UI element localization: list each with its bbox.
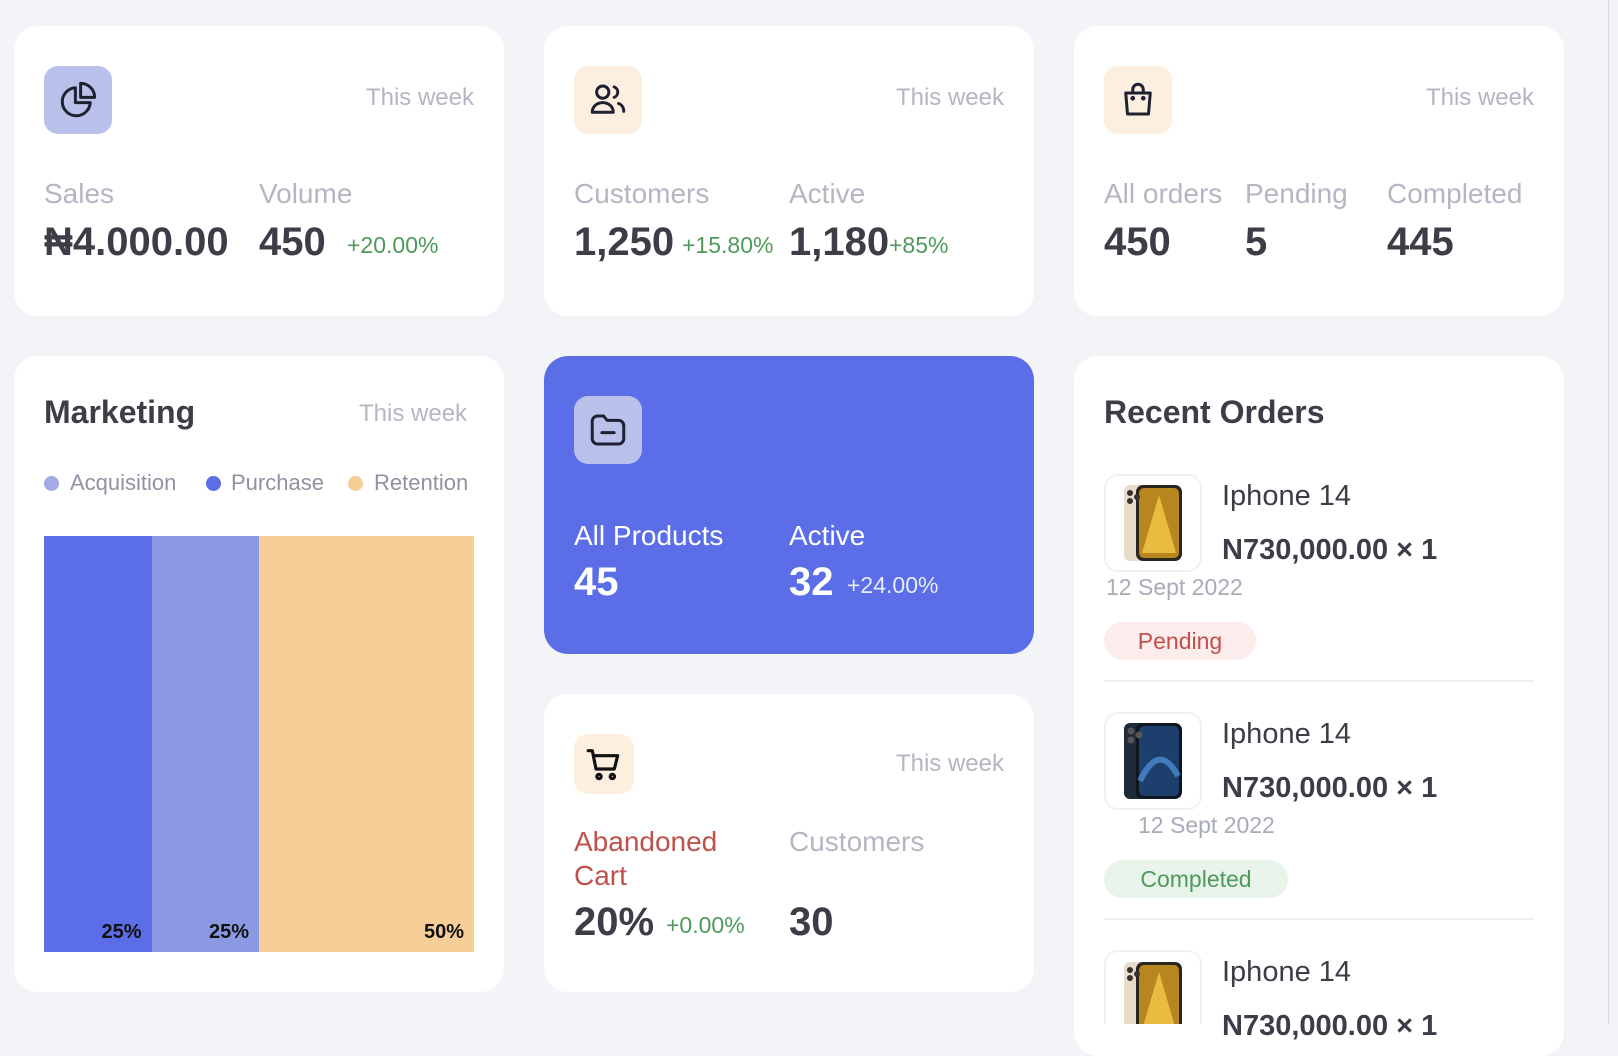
chart-bar-label: 25% [208, 921, 249, 943]
chart-bar-label: 50% [423, 921, 464, 943]
order-product-name: Iphone 14 [1222, 480, 1352, 512]
volume-label: Volume [259, 178, 353, 209]
chart-bar-label: 25% [101, 921, 142, 943]
active-delta: +85% [889, 232, 949, 258]
volume-value: 450 [259, 220, 326, 264]
legend-purchase: Purchase [231, 470, 324, 495]
active-products-label: Active [789, 520, 866, 551]
customers-label: Customers [574, 178, 710, 209]
status-badge-pending: Pending [1104, 622, 1256, 660]
pie-chart-icon [44, 66, 112, 134]
shopping-bag-icon [1104, 66, 1172, 134]
order-product-name: Iphone 14 [1222, 956, 1352, 988]
sales-label: Sales [44, 178, 115, 209]
product-thumbnail[interactable] [1104, 474, 1202, 572]
abandoned-cart-label-line2: Cart [574, 860, 627, 891]
period-label: This week [1425, 84, 1534, 111]
divider [1104, 680, 1534, 682]
shopping-cart-icon [574, 734, 634, 794]
period-label: This week [365, 84, 474, 111]
marketing-title: Marketing [44, 394, 196, 430]
cart-card: This week Abandoned Cart 20% +0.00% Cust… [544, 694, 1034, 992]
period-label: This week [359, 400, 468, 427]
active-products-value: 32 [789, 560, 834, 604]
completed-label: Completed [1387, 178, 1523, 209]
order-price: N730,000.00 × 1 [1222, 1010, 1438, 1042]
phone-gold-icon [1124, 485, 1182, 561]
legend-dot-retention [348, 476, 363, 491]
order-date: 12 Sept 2022 [1138, 812, 1275, 838]
order-price: N730,000.00 × 1 [1222, 772, 1438, 804]
legend-retention: Retention [374, 470, 469, 495]
all-orders-value: 450 [1104, 220, 1171, 264]
abandoned-cart-label-line1: Abandoned [574, 826, 718, 857]
orders-card: This week All orders 450 Pending 5 Compl… [1074, 26, 1564, 316]
legend-acquisition: Acquisition [70, 470, 177, 495]
phone-gold-icon [1124, 962, 1182, 1024]
customers-delta: +15.80% [682, 232, 774, 258]
period-label: This week [895, 750, 1004, 777]
status-badge-completed: Completed [1104, 860, 1288, 898]
customers-value: 1,250 [574, 220, 675, 264]
sales-value: ₦4.000.00 [44, 220, 229, 264]
abandoned-cart-value: 20% [574, 900, 655, 944]
product-thumbnail[interactable] [1104, 712, 1202, 810]
sales-card: This week Sales ₦4.000.00 Volume 450 +20… [14, 26, 504, 316]
completed-value: 445 [1387, 220, 1454, 264]
all-products-label: All Products [574, 520, 724, 551]
order-price: N730,000.00 × 1 [1222, 534, 1438, 566]
pending-value: 5 [1245, 220, 1268, 264]
product-thumbnail[interactable] [1104, 950, 1202, 1024]
customers-card: This week Customers 1,250 +15.80% Active… [544, 26, 1034, 316]
abandoned-cart-delta: +0.00% [666, 912, 745, 938]
divider [1104, 918, 1534, 920]
cart-customers-value: 30 [789, 900, 834, 944]
cart-customers-label: Customers [789, 826, 925, 857]
legend-dot-purchase [206, 476, 221, 491]
chart-bar-acquisition: 25% [151, 536, 259, 952]
recent-orders-title: Recent Orders [1104, 394, 1325, 430]
products-card[interactable]: All Products 45 Active 32 +24.00% [544, 356, 1034, 654]
pending-label: Pending [1245, 178, 1348, 209]
volume-delta: +20.00% [347, 232, 439, 258]
active-label: Active [789, 178, 866, 209]
all-products-value: 45 [574, 560, 619, 604]
phone-blue-icon [1124, 723, 1182, 799]
legend-dot-acquisition [44, 476, 59, 491]
chart-bar-purchase: 25% [44, 536, 152, 952]
all-orders-label: All orders [1104, 178, 1223, 209]
active-products-delta: +24.00% [847, 572, 939, 598]
chart-bar-retention: 50% [259, 536, 474, 952]
period-label: This week [895, 84, 1004, 111]
order-date: 12 Sept 2022 [1106, 574, 1243, 600]
folder-icon [574, 396, 642, 464]
users-icon [574, 66, 642, 134]
order-product-name: Iphone 14 [1222, 718, 1352, 750]
scrollbar[interactable] [1608, 0, 1618, 1024]
active-value: 1,180 [789, 220, 890, 264]
